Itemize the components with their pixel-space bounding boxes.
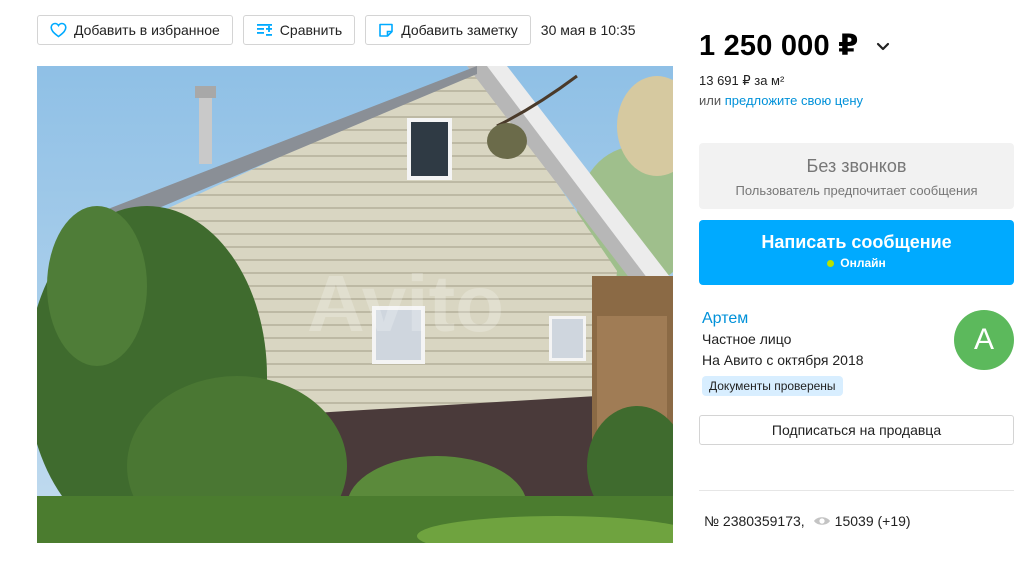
seller-type: Частное лицо: [702, 331, 792, 347]
online-status-label: Онлайн: [840, 256, 886, 270]
no-calls-subtitle: Пользователь предпочитает сообщения: [735, 183, 978, 198]
add-note-label: Добавить заметку: [401, 22, 518, 38]
house-photo-illustration: Avito: [37, 66, 673, 543]
listing-date: 30 мая в 10:35: [540, 22, 636, 38]
add-to-favorites-label: Добавить в избранное: [74, 22, 220, 38]
listing-toolbar: Добавить в избранное Сравнить Добавить з…: [37, 15, 636, 45]
online-status: Онлайн: [699, 256, 1014, 270]
eye-icon: [813, 517, 830, 525]
write-message-button[interactable]: Написать сообщение Онлайн: [699, 220, 1014, 285]
seller-since: На Авито с октября 2018: [702, 352, 864, 368]
divider: [699, 490, 1014, 491]
offer-prefix: или: [699, 93, 722, 108]
listing-page: Добавить в избранное Сравнить Добавить з…: [0, 0, 1030, 567]
avatar[interactable]: А: [954, 310, 1014, 370]
photo-watermark: Avito: [307, 259, 504, 348]
listing-stats: № 2380359173, 15039 (+19): [704, 513, 911, 529]
subscribe-seller-button[interactable]: Подписаться на продавца: [699, 415, 1014, 445]
note-icon: [379, 23, 393, 37]
chevron-down-icon[interactable]: [876, 42, 890, 52]
compare-button[interactable]: Сравнить: [242, 15, 356, 45]
view-count: 15039 (+19): [834, 513, 911, 529]
write-message-label: Написать сообщение: [761, 232, 952, 252]
add-note-button[interactable]: Добавить заметку: [365, 15, 531, 45]
no-calls-title: Без звонков: [806, 156, 907, 176]
offer-price-line: или предложите свою цену: [699, 93, 863, 108]
heart-icon: [50, 22, 67, 38]
offer-price-link[interactable]: предложите свою цену: [725, 93, 863, 108]
seller-name-link[interactable]: Артем: [702, 310, 748, 328]
compare-label: Сравнить: [279, 22, 343, 38]
listing-price: 1 250 000 ₽: [699, 30, 859, 62]
listing-number: № 2380359173,: [704, 513, 805, 529]
documents-verified-badge: Документы проверены: [702, 376, 843, 396]
price-per-m2: 13 691 ₽ за м²: [699, 73, 785, 88]
no-calls-notice: Без звонков Пользователь предпочитает со…: [699, 143, 1014, 209]
listing-photo[interactable]: Avito: [37, 66, 673, 543]
price-row: 1 250 000 ₽: [699, 28, 890, 63]
add-to-favorites-button[interactable]: Добавить в избранное: [37, 15, 233, 45]
online-dot-icon: [827, 259, 835, 267]
compare-icon: [256, 24, 272, 36]
